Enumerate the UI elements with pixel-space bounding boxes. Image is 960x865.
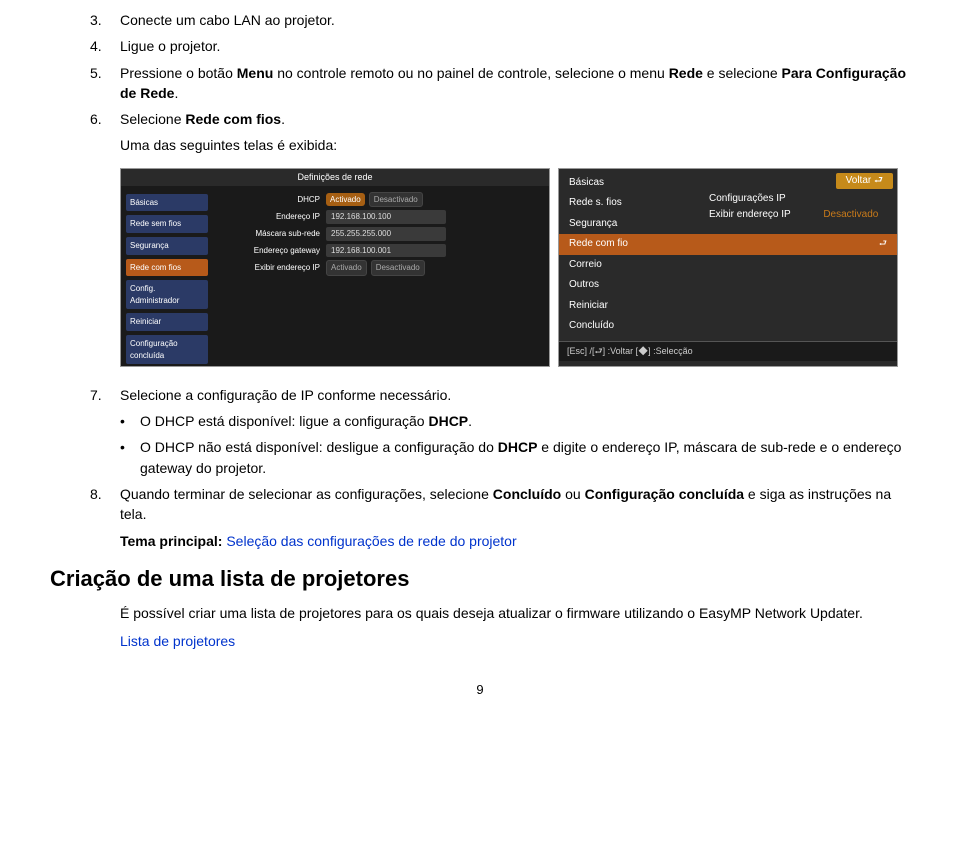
t: Quando terminar de selecionar as configu… bbox=[120, 486, 493, 502]
right-exibir-ip[interactable]: Exibir endereço IP Desactivado bbox=[709, 207, 878, 223]
projector-menu-screenshot-2: Voltar ⮐ Básicas Rede s. fios Segurança … bbox=[558, 168, 898, 367]
val-gw[interactable]: 192.168.100.001 bbox=[326, 244, 446, 258]
theme-label: Tema principal: bbox=[120, 533, 226, 549]
menu-reiniciar[interactable]: Reiniciar bbox=[559, 296, 897, 317]
scr1-main: DHCP Activado Desactivado Endereço IP 19… bbox=[213, 186, 549, 366]
step-text: Selecione a configuração de IP conforme … bbox=[120, 385, 910, 405]
b: Menu bbox=[237, 65, 274, 81]
step-text: Ligue o projetor. bbox=[120, 36, 910, 56]
lbl-mask: Máscara sub-rede bbox=[221, 228, 326, 240]
lbl-gw: Endereço gateway bbox=[221, 245, 326, 257]
step-5: 5. Pressione o botão Menu no controle re… bbox=[50, 63, 910, 104]
b: Rede bbox=[669, 65, 703, 81]
toggle-activado[interactable]: Activado bbox=[326, 193, 365, 207]
scr1-body: Básicas Rede sem fios Segurança Rede com… bbox=[121, 186, 549, 366]
lbl: Exibir endereço IP bbox=[709, 209, 791, 220]
b: DHCP bbox=[498, 439, 538, 455]
step-3: 3. Conecte um cabo LAN ao projetor. bbox=[50, 10, 910, 30]
step-6: 6. Selecione Rede com fios. bbox=[50, 109, 910, 129]
row-gw: Endereço gateway 192.168.100.001 bbox=[221, 244, 541, 258]
sidebar-item-config-admin[interactable]: Config. Administrador bbox=[126, 280, 208, 309]
right-config-ip[interactable]: Configurações IP bbox=[709, 191, 878, 207]
val-ip[interactable]: 192.168.100.100 bbox=[326, 210, 446, 224]
menu-rede-com-fio[interactable]: Rede com fio ⮐ bbox=[559, 234, 897, 255]
projector-menu-screenshot-1: Definições de rede Básicas Rede sem fios… bbox=[120, 168, 550, 367]
bullet-marker: • bbox=[120, 411, 140, 431]
t: . bbox=[174, 85, 178, 101]
t: e selecione bbox=[703, 65, 782, 81]
bullet-1: • O DHCP está disponível: ligue a config… bbox=[50, 411, 910, 431]
bullet-text: O DHCP não está disponível: desligue a c… bbox=[140, 437, 910, 478]
theme-link[interactable]: Seleção das configurações de rede do pro… bbox=[226, 533, 516, 549]
step-8: 8. Quando terminar de selecionar as conf… bbox=[50, 484, 910, 525]
t: Pressione o botão bbox=[120, 65, 237, 81]
bullet-marker: • bbox=[120, 437, 140, 478]
t: O DHCP não está disponível: desligue a c… bbox=[140, 439, 498, 455]
step-num: 8. bbox=[90, 484, 120, 525]
bullet-2: • O DHCP não está disponível: desligue a… bbox=[50, 437, 910, 478]
section-link[interactable]: Lista de projetores bbox=[50, 631, 910, 651]
menu-label: Rede com fio bbox=[569, 237, 628, 252]
sidebar-item-reiniciar[interactable]: Reiniciar bbox=[126, 313, 208, 331]
t: no controle remoto ou no painel de contr… bbox=[273, 65, 668, 81]
scr2-footer: [Esc] /[⮐] :Voltar [◆] :Selecção bbox=[559, 341, 897, 361]
lbl-ip: Endereço IP bbox=[221, 211, 326, 223]
t: O DHCP está disponível: ligue a configur… bbox=[140, 413, 428, 429]
scr2-right-panel: Configurações IP Exibir endereço IP Desa… bbox=[709, 191, 878, 223]
scr1-title: Definições de rede bbox=[121, 169, 549, 186]
toggle-activado[interactable]: Activado bbox=[326, 260, 367, 276]
step-text: Quando terminar de selecionar as configu… bbox=[120, 484, 910, 525]
toggle-desactivado[interactable]: Desactivado bbox=[369, 192, 423, 208]
voltar-button[interactable]: Voltar ⮐ bbox=[836, 173, 893, 190]
step-text: Conecte um cabo LAN ao projetor. bbox=[120, 10, 910, 30]
t: ou bbox=[561, 486, 584, 502]
menu-outros[interactable]: Outros bbox=[559, 275, 897, 296]
b: DHCP bbox=[428, 413, 468, 429]
row-show-ip: Exibir endereço IP Activado Desactivado bbox=[221, 260, 541, 276]
step-num: 5. bbox=[90, 63, 120, 104]
step-num: 6. bbox=[90, 109, 120, 129]
sidebar-item-basicas[interactable]: Básicas bbox=[126, 194, 208, 212]
step-6-sub: Uma das seguintes telas é exibida: bbox=[50, 135, 910, 155]
step-num: 7. bbox=[90, 385, 120, 405]
menu-concluido[interactable]: Concluído bbox=[559, 316, 897, 337]
page-number: 9 bbox=[50, 681, 910, 700]
theme-line: Tema principal: Seleção das configuraçõe… bbox=[50, 531, 910, 551]
t: Selecione bbox=[120, 111, 185, 127]
row-mask: Máscara sub-rede 255.255.255.000 bbox=[221, 227, 541, 241]
t: . bbox=[281, 111, 285, 127]
bullet-text: O DHCP está disponível: ligue a configur… bbox=[140, 411, 910, 431]
row-dhcp: DHCP Activado Desactivado bbox=[221, 192, 541, 208]
sidebar-item-rede-sem-fios[interactable]: Rede sem fios bbox=[126, 215, 208, 233]
val-desactivado: Desactivado bbox=[793, 209, 878, 220]
link-lista-projetores[interactable]: Lista de projetores bbox=[120, 633, 235, 649]
b: Rede com fios bbox=[185, 111, 281, 127]
section-body: É possível criar uma lista de projetores… bbox=[50, 603, 910, 623]
lbl-show-ip: Exibir endereço IP bbox=[221, 262, 326, 274]
enter-icon: ⮐ bbox=[879, 237, 887, 252]
toggle-desactivado[interactable]: Desactivado bbox=[371, 260, 425, 276]
step-7: 7. Selecione a configuração de IP confor… bbox=[50, 385, 910, 405]
screenshots-row: Definições de rede Básicas Rede sem fios… bbox=[50, 168, 910, 367]
scr1-sidebar: Básicas Rede sem fios Segurança Rede com… bbox=[121, 186, 213, 366]
row-ip: Endereço IP 192.168.100.100 bbox=[221, 210, 541, 224]
sidebar-item-config-concluida[interactable]: Configuração concluída bbox=[126, 335, 208, 364]
menu-correio[interactable]: Correio bbox=[559, 255, 897, 276]
val-mask[interactable]: 255.255.255.000 bbox=[326, 227, 446, 241]
step-num: 4. bbox=[90, 36, 120, 56]
step-4: 4. Ligue o projetor. bbox=[50, 36, 910, 56]
b: Configuração concluída bbox=[585, 486, 744, 502]
step-text: Selecione Rede com fios. bbox=[120, 109, 910, 129]
b: Concluído bbox=[493, 486, 561, 502]
t: . bbox=[468, 413, 472, 429]
step-text: Pressione o botão Menu no controle remot… bbox=[120, 63, 910, 104]
lbl-dhcp: DHCP bbox=[221, 194, 326, 206]
sidebar-item-rede-com-fios[interactable]: Rede com fios bbox=[126, 259, 208, 277]
section-title: Criação de uma lista de projetores bbox=[50, 563, 910, 595]
sidebar-item-seguranca[interactable]: Segurança bbox=[126, 237, 208, 255]
step-num: 3. bbox=[90, 10, 120, 30]
